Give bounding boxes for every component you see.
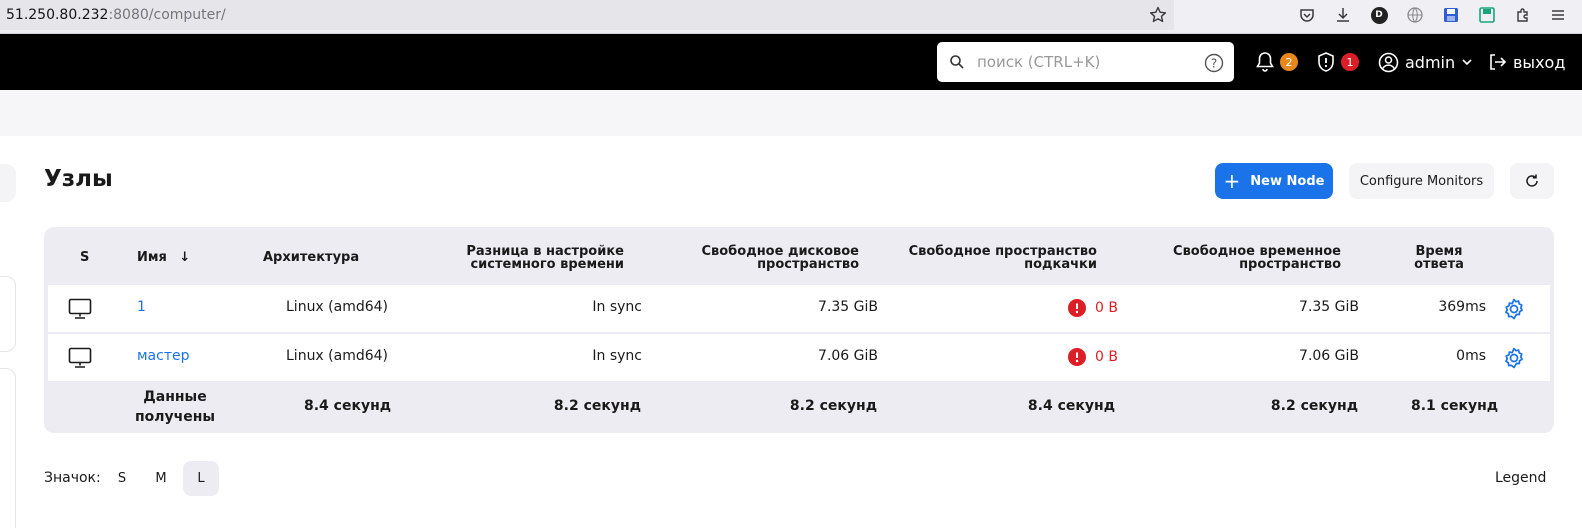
header-line: ответа <box>1414 257 1464 272</box>
icon-size-s-button[interactable]: S <box>104 461 140 496</box>
column-header-name-label: Имя <box>137 250 167 265</box>
pocket-icon[interactable] <box>1297 5 1317 25</box>
free-temp-cell: 7.35 GiB <box>1299 299 1359 315</box>
column-header-architecture[interactable]: Архитектура <box>263 251 359 264</box>
header-line: пространство <box>1239 257 1341 272</box>
help-icon[interactable]: ? <box>1204 53 1224 73</box>
error-icon <box>1068 348 1086 366</box>
free-swap-cell: 0 B <box>1068 299 1118 317</box>
extension-d-icon[interactable]: D <box>1369 5 1389 25</box>
footer-disk-age: 8.2 секунд <box>789 398 877 414</box>
column-header-free-temp[interactable]: Свободное временное пространство <box>1144 245 1341 271</box>
chevron-down-icon <box>1462 59 1472 66</box>
clock-diff-cell: In sync <box>592 348 642 364</box>
footer-temp-age: 8.2 секунд <box>1270 398 1358 414</box>
free-disk-cell: 7.06 GiB <box>818 348 878 364</box>
sort-descending-icon: ↓ <box>179 250 191 265</box>
icon-size-l-button[interactable]: L <box>183 461 219 496</box>
response-time-cell: 369ms <box>1438 299 1486 315</box>
computer-icon <box>68 347 92 368</box>
footer-response-age: 8.1 секунд <box>1411 398 1499 414</box>
downloads-icon[interactable] <box>1333 5 1353 25</box>
logout-label: выход <box>1513 52 1566 72</box>
save-page-icon[interactable] <box>1441 5 1461 25</box>
save-page-alt-icon[interactable] <box>1477 5 1497 25</box>
column-header-response-time[interactable]: Время ответа <box>1404 245 1474 271</box>
architecture-cell: Linux (amd64) <box>286 348 389 364</box>
computer-icon <box>68 298 92 319</box>
new-node-label: New Node <box>1250 173 1325 189</box>
breadcrumb-bar <box>0 90 1582 136</box>
globe-icon[interactable] <box>1405 5 1425 25</box>
user-avatar-icon <box>1378 52 1399 72</box>
new-node-button[interactable]: + New Node <box>1215 163 1333 199</box>
configure-monitors-label: Configure Monitors <box>1359 173 1484 189</box>
side-panel-card <box>0 368 16 528</box>
column-header-name[interactable]: Имя ↓ <box>137 251 190 264</box>
clock-diff-cell: In sync <box>592 299 642 315</box>
notifications-button[interactable]: 2 <box>1255 48 1298 76</box>
column-header-status[interactable]: S <box>80 251 89 264</box>
search-icon <box>950 55 964 69</box>
side-panel-button[interactable] <box>0 164 16 202</box>
response-time-cell: 0ms <box>1456 348 1486 364</box>
footer-clock-age: 8.2 секунд <box>553 398 641 414</box>
footer-architecture-age: 8.4 секунд <box>304 398 392 414</box>
gear-icon[interactable] <box>1502 297 1526 321</box>
node-name-link[interactable]: 1 <box>137 299 146 315</box>
header-line: подкачки <box>1024 257 1097 272</box>
icon-size-m-button[interactable]: M <box>143 461 179 496</box>
security-button[interactable]: 1 <box>1316 48 1359 76</box>
url-path: :8080/computer/ <box>108 7 226 23</box>
free-swap-cell: 0 B <box>1068 348 1118 366</box>
node-name-link[interactable]: мастер <box>137 348 190 364</box>
logout-icon <box>1490 54 1507 70</box>
refresh-icon <box>1526 174 1538 187</box>
logout-button[interactable]: выход <box>1487 48 1565 76</box>
search-input[interactable] <box>977 50 1197 74</box>
table-row: мастер Linux (amd64) In sync 7.06 GiB 0 … <box>48 334 1550 381</box>
bookmark-star-icon[interactable] <box>1148 5 1168 25</box>
side-panel-card <box>0 276 16 352</box>
header-line: пространство <box>757 257 859 272</box>
extension-d-label: D <box>1370 6 1388 24</box>
configure-monitors-button[interactable]: Configure Monitors <box>1349 163 1494 199</box>
footer-line: Данные <box>143 389 207 405</box>
legend-link[interactable]: Legend <box>1495 470 1546 486</box>
header-line: системного времени <box>470 257 624 272</box>
footer-swap-age: 8.4 секунд <box>1027 398 1115 414</box>
free-temp-cell: 7.06 GiB <box>1299 348 1359 364</box>
nodes-table: S Имя ↓ Архитектура Разница в настройке … <box>44 227 1554 433</box>
app-header: ? 2 1 admin выход <box>0 34 1582 90</box>
gear-icon[interactable] <box>1502 346 1526 370</box>
search-box[interactable]: ? <box>937 42 1234 82</box>
page-title: Узлы <box>44 166 113 192</box>
footer-line: получены <box>134 409 216 425</box>
url-host: 51.250.80.232 <box>6 7 109 23</box>
refresh-button[interactable] <box>1510 163 1554 199</box>
browser-toolbar: 51.250.80.232:8080/computer/ D <box>0 0 1582 34</box>
shield-alert-icon <box>1318 52 1334 72</box>
column-header-free-disk[interactable]: Свободное дисковое пространство <box>684 245 859 271</box>
data-obtained-label: Данные получены <box>132 387 218 427</box>
security-count-badge: 1 <box>1341 53 1359 71</box>
free-swap-value: 0 B <box>1095 300 1118 316</box>
user-name: admin <box>1405 52 1456 72</box>
user-menu-button[interactable]: admin <box>1378 48 1473 76</box>
bell-icon <box>1256 52 1274 72</box>
notifications-count-badge: 2 <box>1280 53 1298 71</box>
free-disk-cell: 7.35 GiB <box>818 299 878 315</box>
plus-icon: + <box>1223 169 1241 193</box>
column-header-free-swap[interactable]: Свободное пространство подкачки <box>889 245 1097 271</box>
svg-text:?: ? <box>1211 57 1217 71</box>
table-row: 1 Linux (amd64) In sync 7.35 GiB 0 B 7.3… <box>48 285 1550 332</box>
url-bar[interactable]: 51.250.80.232:8080/computer/ <box>0 0 1174 30</box>
error-icon <box>1068 299 1086 317</box>
architecture-cell: Linux (amd64) <box>286 299 389 315</box>
extensions-puzzle-icon[interactable] <box>1513 5 1533 25</box>
free-swap-value: 0 B <box>1095 349 1118 365</box>
menu-hamburger-icon[interactable] <box>1548 5 1568 25</box>
icon-size-label: Значок: <box>44 470 101 486</box>
column-header-clock-diff[interactable]: Разница в настройке системного времени <box>444 245 624 271</box>
